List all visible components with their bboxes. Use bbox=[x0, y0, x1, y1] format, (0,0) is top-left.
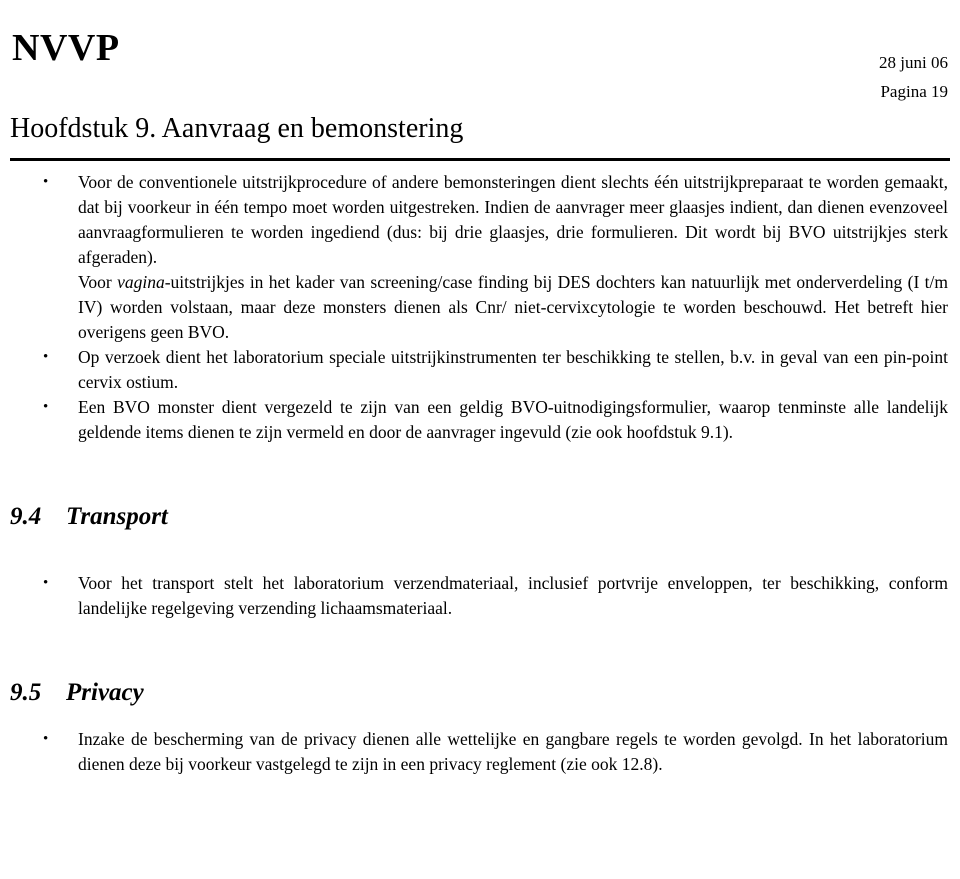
list-item: Voor de conventionele uitstrijkprocedure… bbox=[0, 170, 960, 270]
bullet-list-privacy: Inzake de bescherming van de privacy die… bbox=[0, 727, 960, 777]
header-meta: 28 juni 06 Pagina 19 bbox=[879, 48, 948, 106]
document-date: 28 juni 06 bbox=[879, 53, 948, 72]
list-item: Inzake de bescherming van de privacy die… bbox=[0, 727, 960, 777]
italic-term: vagina bbox=[117, 272, 165, 292]
list-item: Voor het transport stelt het laboratoriu… bbox=[0, 571, 960, 621]
list-item: Voor vagina-uitstrijkjes in het kader va… bbox=[0, 270, 960, 345]
bullet-paragraph: Voor de conventionele uitstrijkprocedure… bbox=[78, 172, 948, 267]
section-number: 9.4 bbox=[10, 503, 42, 530]
document-body: Voor de conventionele uitstrijkprocedure… bbox=[0, 170, 960, 777]
list-item: Op verzoek dient het laboratorium specia… bbox=[0, 345, 960, 395]
bullet-paragraph: Inzake de bescherming van de privacy die… bbox=[78, 729, 948, 774]
page-header: NVVP 28 juni 06 Pagina 19 bbox=[0, 0, 960, 120]
page-title: Hoofdstuk 9. Aanvraag en bemonstering bbox=[10, 113, 464, 144]
bullet-paragraph: Voor vagina-uitstrijkjes in het kader va… bbox=[78, 270, 948, 345]
text-before-italic: Voor bbox=[78, 272, 118, 292]
page-number: Pagina 19 bbox=[880, 82, 948, 101]
bullet-paragraph: Op verzoek dient het laboratorium specia… bbox=[78, 347, 948, 392]
header-divider bbox=[10, 158, 950, 161]
organization-logo-nvvp: NVVP bbox=[12, 27, 120, 69]
bullet-paragraph: Een BVO monster dient vergezeld te zijn … bbox=[78, 397, 948, 442]
section-title: Privacy bbox=[66, 679, 144, 706]
bullet-list-main: Voor de conventionele uitstrijkprocedure… bbox=[0, 170, 960, 445]
section-heading-9-5: 9.5 Privacy bbox=[0, 677, 960, 709]
text-after-italic: -uitstrijkjes in het kader van screening… bbox=[78, 272, 948, 342]
section-title: Transport bbox=[66, 503, 168, 530]
bullet-paragraph: Voor het transport stelt het laboratoriu… bbox=[78, 573, 948, 618]
bullet-list-transport: Voor het transport stelt het laboratoriu… bbox=[0, 571, 960, 621]
list-item: Een BVO monster dient vergezeld te zijn … bbox=[0, 395, 960, 445]
document-page: NVVP 28 juni 06 Pagina 19 Hoofdstuk 9. A… bbox=[0, 0, 960, 879]
section-heading-9-4: 9.4 Transport bbox=[0, 501, 960, 533]
section-number: 9.5 bbox=[10, 679, 42, 706]
